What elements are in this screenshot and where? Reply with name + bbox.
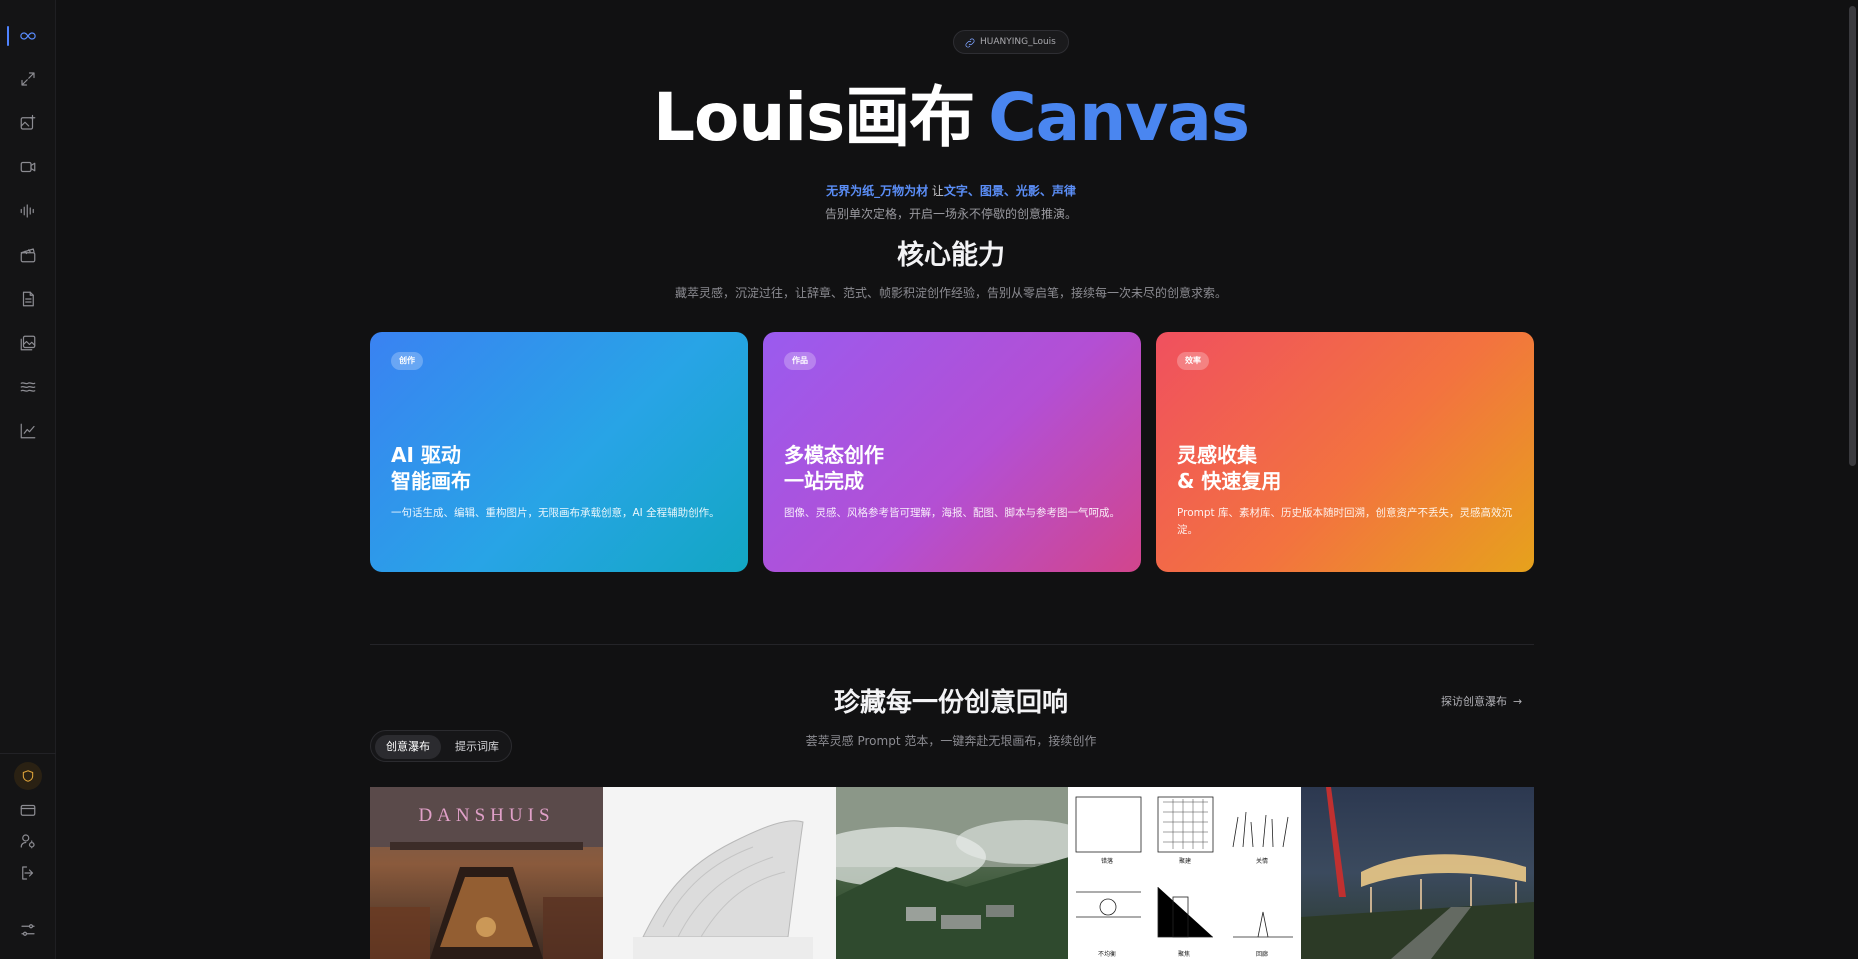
sidebar-divider xyxy=(0,753,56,754)
gallery-thumbnail[interactable]: 错落 聚建 关情 不均衡 聚焦 回廊 xyxy=(1068,787,1301,959)
card-title-line: AI 驱动 xyxy=(391,443,461,467)
waves-icon[interactable] xyxy=(12,371,44,403)
gallery-thumbnail[interactable] xyxy=(603,787,836,959)
feature-card-ai[interactable]: 创作 AI 驱动 智能画布 一句话生成、编辑、重构图片，无限画布承载创意，AI … xyxy=(370,332,748,572)
card-description: 图像、灵感、风格参考皆可理解，海报、配图、脚本与参考图一气呵成。 xyxy=(784,507,1120,519)
chart-line-icon[interactable] xyxy=(12,415,44,447)
sculpture-illustration xyxy=(633,820,813,959)
user-pill-label: HUANYING_Louis xyxy=(980,37,1056,47)
tab-waterfall[interactable]: 创意瀑布 xyxy=(375,735,441,759)
gallery-title: 珍藏每一份创意回响 xyxy=(833,688,1068,718)
document-icon[interactable] xyxy=(12,283,44,315)
diagram-label: 回廊 xyxy=(1256,951,1269,958)
arrow-right-icon: → xyxy=(1513,695,1523,708)
mountain-village-illustration xyxy=(836,787,1069,959)
main-content: HUANYING_Louis Louis画布 Canvas 无界为纸_万物为材 让… xyxy=(56,0,1846,959)
card-description: Prompt 库、素材库、历史版本随时回溯，创意资产不丢失，灵感高效沉淀。 xyxy=(1177,507,1513,536)
tagline-mid: 让 xyxy=(928,184,944,198)
user-pill[interactable]: HUANYING_Louis xyxy=(953,30,1069,54)
sliders-icon[interactable] xyxy=(12,914,44,946)
shield-icon[interactable] xyxy=(14,762,42,790)
page-title: Louis画布 Canvas xyxy=(56,78,1846,158)
card-title: 多模态创作 一站完成 xyxy=(784,442,1124,494)
clapperboard-icon[interactable] xyxy=(12,239,44,271)
explore-link-label: 探访创意瀑布 xyxy=(1441,695,1507,708)
gallery-thumbnail[interactable] xyxy=(836,787,1069,959)
explore-link[interactable]: 探访创意瀑布 → xyxy=(1441,693,1522,709)
diagram-label: 不均衡 xyxy=(1098,951,1117,958)
gallery-thumbnail[interactable]: DANSHUIS xyxy=(370,787,603,959)
feature-card-inspiration[interactable]: 效率 灵感收集 & 快速复用 Prompt 库、素材库、历史版本随时回溯，创意资… xyxy=(1156,332,1534,572)
core-section-title: 核心能力 xyxy=(897,240,1005,271)
diagram-label: 关情 xyxy=(1256,858,1269,865)
gallery-subtitle: 荟萃灵感 Prompt 范本，一键奔赴无垠画布，接续创作 xyxy=(805,734,1097,748)
page-scrollbar[interactable] xyxy=(1846,0,1858,959)
tagline: 无界为纸_万物为材 让文字、图景、光影、声律 xyxy=(56,182,1846,200)
card-title-line: 一站完成 xyxy=(784,469,864,493)
card-title-line: 灵感收集 xyxy=(1177,443,1257,467)
diagram-label: 聚焦 xyxy=(1178,951,1191,958)
feature-card-multimodal[interactable]: 作品 多模态创作 一站完成 图像、灵感、风格参考皆可理解，海报、配图、脚本与参考… xyxy=(763,332,1141,572)
card-badge: 作品 xyxy=(784,352,816,370)
night-pavilion-illustration xyxy=(1301,787,1534,959)
diagram-label: 错落 xyxy=(1101,858,1114,865)
user-settings-icon[interactable] xyxy=(12,825,44,857)
card-title-line: & 快速复用 xyxy=(1177,469,1282,493)
logout-icon[interactable] xyxy=(12,857,44,889)
sidebar xyxy=(0,0,56,959)
diagram-sheet-illustration xyxy=(1075,796,1293,938)
infinity-icon[interactable] xyxy=(12,20,44,52)
tab-prompt-library[interactable]: 提示词库 xyxy=(444,735,510,759)
card-badge: 创作 xyxy=(391,352,423,370)
video-icon[interactable] xyxy=(12,151,44,183)
page-title-main: Louis画布 xyxy=(652,79,975,156)
thumbnail-sign-text: DANSHUIS xyxy=(418,805,555,826)
image-add-icon[interactable] xyxy=(12,107,44,139)
card-title-line: 多模态创作 xyxy=(784,443,884,467)
card-description: 一句话生成、编辑、重构图片，无限画布承载创意，AI 全程辅助创作。 xyxy=(391,507,720,519)
audio-wave-icon[interactable] xyxy=(12,195,44,227)
tagline-highlight-1: 无界为纸_万物为材 xyxy=(826,184,929,198)
core-section-subtitle: 藏萃灵感，沉淀过往，让辞章、范式、帧影积淀创作经验，告别从零启笔，接续每一次未尽… xyxy=(674,286,1227,300)
section-divider xyxy=(370,644,1534,645)
diagram-label: 聚建 xyxy=(1179,858,1192,865)
card-title: 灵感收集 & 快速复用 xyxy=(1177,442,1517,494)
card-title: AI 驱动 智能画布 xyxy=(391,442,731,494)
card-icon[interactable] xyxy=(12,794,44,826)
gallery-thumbnail[interactable] xyxy=(1301,787,1534,959)
gallery-tabs: 创意瀑布 提示词库 xyxy=(370,730,512,762)
gallery-icon[interactable] xyxy=(12,327,44,359)
card-badge: 效率 xyxy=(1177,352,1209,370)
active-indicator xyxy=(7,26,9,46)
tagline-highlight-2: 文字、图景、光影、声律 xyxy=(943,184,1076,198)
tagline-secondary: 告别单次定格，开启一场永不停歇的创意推演。 xyxy=(824,207,1077,221)
page-title-accent: Canvas xyxy=(988,79,1250,156)
expand-icon[interactable] xyxy=(12,63,44,95)
link-icon xyxy=(964,36,976,48)
scrollbar-thumb[interactable] xyxy=(1849,6,1856,466)
card-title-line: 智能画布 xyxy=(391,469,471,493)
